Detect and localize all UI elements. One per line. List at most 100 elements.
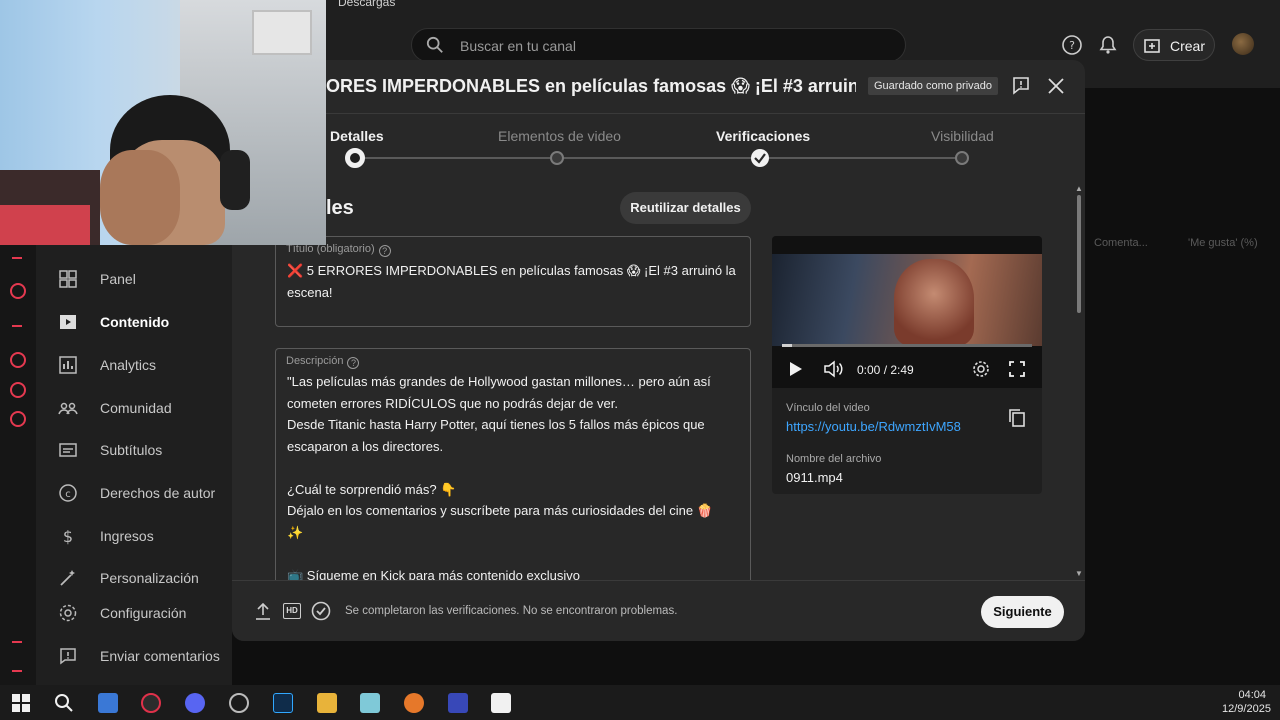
help-icon[interactable]: ? xyxy=(378,245,391,257)
video-time: 0:00 / 2:49 xyxy=(857,363,914,377)
video-frame xyxy=(772,254,1042,346)
step-checks[interactable]: Verificaciones xyxy=(716,128,810,144)
rail-puzzle-icon[interactable] xyxy=(10,382,26,398)
sidebar-item-earnings[interactable]: $ Ingresos xyxy=(36,516,232,556)
sidebar-item-label: Analytics xyxy=(100,357,157,373)
windows-start-icon[interactable] xyxy=(11,693,31,713)
step-details[interactable]: Detalles xyxy=(330,128,384,144)
app-icon[interactable] xyxy=(360,693,380,713)
upload-icon[interactable] xyxy=(255,603,271,621)
downloads-label[interactable]: Descargas xyxy=(338,0,395,9)
step-visibility[interactable]: Visibilidad xyxy=(931,128,994,144)
file-explorer-icon[interactable] xyxy=(317,693,337,713)
sidebar-item-settings[interactable]: Configuración xyxy=(36,593,232,633)
opera-icon[interactable] xyxy=(141,693,161,713)
svg-text:c: c xyxy=(65,489,71,500)
next-button[interactable]: Siguiente xyxy=(981,596,1064,628)
video-link-label: Vínculo del video xyxy=(786,402,870,414)
step-checks-done-icon xyxy=(751,149,769,167)
copyright-icon: c xyxy=(59,484,77,502)
content-icon xyxy=(60,315,76,329)
fullscreen-icon[interactable] xyxy=(1009,361,1025,377)
step-details-dot xyxy=(345,148,365,168)
play-icon[interactable] xyxy=(789,361,803,377)
sidebar-item-subtitles[interactable]: Subtítulos xyxy=(36,430,232,470)
fl-studio-icon[interactable] xyxy=(404,693,424,713)
progress-fill xyxy=(782,344,792,347)
sidebar-item-feedback[interactable]: Enviar comentarios xyxy=(36,636,232,676)
clock-date: 12/9/2025 xyxy=(1222,703,1271,715)
file-name: 0911.mp4 xyxy=(786,470,843,485)
sidebar-item-copyright[interactable]: c Derechos de autor xyxy=(36,473,232,513)
description-field-value[interactable]: "Las películas más grandes de Hollywood … xyxy=(287,371,739,586)
sidebar-item-label: Ingresos xyxy=(100,528,154,544)
clock-time: 04:04 xyxy=(1238,689,1266,701)
left-rail xyxy=(0,245,36,685)
checks-status: Se completaron las verificaciones. No se… xyxy=(345,605,678,617)
rail-record-icon[interactable] xyxy=(10,283,26,299)
search-icon[interactable] xyxy=(54,693,74,713)
store-icon[interactable] xyxy=(98,693,118,713)
create-button[interactable]: Crear xyxy=(1133,29,1215,61)
magic-wand-icon xyxy=(60,570,75,586)
help-icon[interactable]: ? xyxy=(347,357,360,369)
hd-icon[interactable]: HD xyxy=(283,603,301,619)
reuse-details-button[interactable]: Reutilizar detalles xyxy=(620,192,751,224)
obs-icon[interactable] xyxy=(229,693,249,713)
search-placeholder: Buscar en tu canal xyxy=(460,38,576,54)
video-subject xyxy=(894,259,974,346)
divider xyxy=(232,113,1085,114)
scrollbar-thumb[interactable] xyxy=(1077,195,1081,313)
scroll-up-arrow[interactable]: ▲ xyxy=(1075,184,1083,193)
volume-icon[interactable] xyxy=(824,360,844,378)
webcam-air-conditioner xyxy=(252,10,312,55)
account-avatar[interactable] xyxy=(1232,33,1254,55)
sidebar-item-label: Panel xyxy=(100,271,136,287)
description-field-label: Descripción? xyxy=(286,355,360,369)
close-icon[interactable] xyxy=(1047,77,1065,95)
rail-clock-icon[interactable] xyxy=(10,352,26,368)
video-player[interactable]: 0:00 / 2:49 xyxy=(772,236,1042,388)
section-title: les xyxy=(326,197,354,219)
sidebar-item-panel[interactable]: Panel xyxy=(36,259,232,299)
upload-dialog: ORES IMPERDONABLES en películas famosas … xyxy=(232,60,1085,641)
progress-track[interactable] xyxy=(782,344,1032,347)
app-icon[interactable] xyxy=(448,693,468,713)
scroll-down-arrow[interactable]: ▼ xyxy=(1075,569,1083,578)
report-icon[interactable] xyxy=(1012,76,1030,96)
description-field[interactable]: Descripción? "Las películas más grandes … xyxy=(275,348,751,588)
photoshop-icon[interactable] xyxy=(273,693,293,713)
rail-dash xyxy=(12,670,22,672)
sidebar-item-customization[interactable]: Personalización xyxy=(36,558,232,598)
sidebar-item-label: Derechos de autor xyxy=(100,485,216,501)
title-field-value[interactable]: ❌ 5 ERRORES IMPERDONABLES en películas f… xyxy=(287,260,739,303)
sidebar-item-label: Configuración xyxy=(100,605,187,621)
webcam-headphones xyxy=(220,150,250,210)
title-field-label: Título (obligatorio)? xyxy=(286,243,391,257)
sidebar-item-analytics[interactable]: Analytics xyxy=(36,345,232,385)
copy-icon[interactable] xyxy=(1008,408,1026,428)
sidebar-item-label: Subtítulos xyxy=(100,442,163,458)
sidebar-item-community[interactable]: Comunidad xyxy=(36,388,232,428)
help-icon[interactable]: ? xyxy=(1061,34,1083,56)
step-video-elements-dot xyxy=(550,151,564,165)
rail-settings-icon[interactable] xyxy=(10,411,26,427)
step-video-elements[interactable]: Elementos de video xyxy=(498,128,621,144)
sidebar-item-label: Enviar comentarios xyxy=(100,648,220,664)
capcut-icon[interactable] xyxy=(491,693,511,713)
video-link[interactable]: https://youtu.be/RdwmztIvM58 xyxy=(786,419,961,434)
discord-icon[interactable] xyxy=(185,693,205,713)
sidebar-item-label: Comunidad xyxy=(100,400,172,416)
rail-dash xyxy=(12,641,22,643)
bell-icon[interactable] xyxy=(1097,34,1119,56)
dialog-footer: HD Se completaron las verificaciones. No… xyxy=(232,580,1085,641)
sidebar-item-content[interactable]: Contenido xyxy=(36,302,232,342)
create-label: Crear xyxy=(1170,38,1206,54)
title-field[interactable]: Título (obligatorio)? ❌ 5 ERRORES IMPERD… xyxy=(275,236,751,327)
analytics-icon xyxy=(59,356,77,374)
search-input[interactable]: Buscar en tu canal xyxy=(411,28,906,62)
gear-icon[interactable] xyxy=(972,360,990,378)
system-clock[interactable]: 04:04 12/9/2025 xyxy=(1222,688,1271,716)
check-circle-icon[interactable] xyxy=(311,601,331,621)
dialog-title: ORES IMPERDONABLES en películas famosas … xyxy=(326,76,856,96)
